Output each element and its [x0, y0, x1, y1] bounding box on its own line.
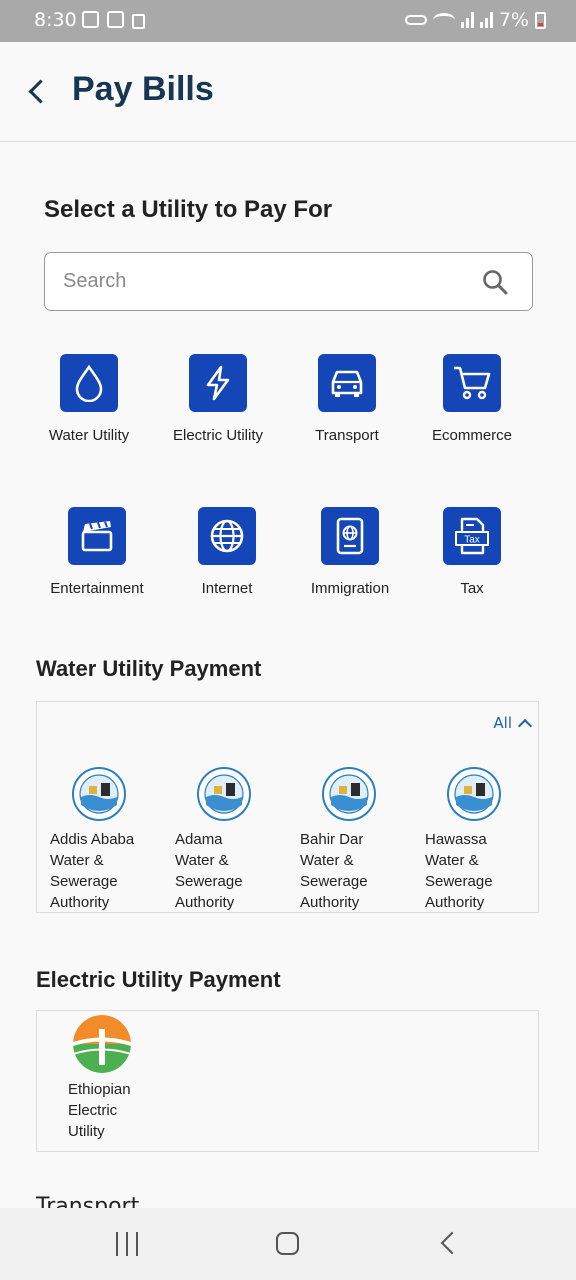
page-title: Pay Bills: [72, 70, 214, 108]
water-authority-logo: [446, 766, 502, 822]
show-all-label: All: [493, 714, 512, 732]
water-authority-logo: [196, 766, 252, 822]
provider-ethiopian-electric-utility[interactable]: Ethiopian Electric Utility: [68, 1015, 178, 1142]
provider-name: Bahir Dar Water & Sewerage Authority: [300, 831, 368, 911]
back-button[interactable]: [22, 74, 56, 108]
notification-icons: [82, 11, 145, 29]
car-icon: [331, 370, 363, 397]
status-time: 8:30: [34, 9, 77, 31]
transport-section-title: Transport: [36, 1196, 139, 1208]
calendar-icon: [107, 11, 124, 28]
tax-document-icon: Tax: [455, 517, 489, 555]
show-all-toggle[interactable]: All: [493, 714, 533, 733]
passport-icon: [336, 517, 364, 555]
water-section-title: Water Utility Payment: [36, 656, 262, 681]
globe-icon: [210, 519, 244, 553]
provider-name: Hawassa Water & Sewerage Authority: [425, 831, 493, 911]
system-nav-bar: [0, 1208, 576, 1280]
provider-bahir-dar[interactable]: Bahir Dar Water & Sewerage Authority: [300, 765, 410, 913]
category-tax[interactable]: Tax Tax: [407, 507, 537, 597]
category-entertainment[interactable]: Entertainment: [32, 507, 162, 597]
electric-providers-card: Ethiopian Electric Utility: [36, 1010, 539, 1152]
home-icon[interactable]: [276, 1232, 299, 1255]
vpn-key-icon: [404, 15, 427, 25]
app-header: Pay Bills: [0, 42, 576, 142]
category-transport[interactable]: Transport: [282, 354, 412, 444]
signal-2-icon: [479, 12, 493, 28]
category-label: Water Utility: [48, 427, 130, 444]
provider-name: Addis Ababa Water & Sewerage Authority: [50, 831, 135, 911]
provider-hawassa[interactable]: Hawassa Water & Sewerage Authority: [425, 765, 535, 913]
battery-percent: 7%: [498, 9, 529, 31]
battery-icon: [535, 11, 546, 29]
category-label: Electric Utility: [172, 427, 263, 444]
signal-icon: [460, 12, 474, 28]
category-internet[interactable]: Internet: [162, 507, 292, 597]
nav-back-icon[interactable]: [440, 1231, 464, 1255]
provider-name: Adama Water & Sewerage Authority: [175, 831, 243, 911]
system-icons: 7%: [404, 9, 546, 31]
provider-name: Ethiopian Electric Utility: [68, 1081, 131, 1140]
status-bar: 8:30 7%: [0, 0, 576, 42]
lock-icon: [132, 14, 145, 29]
category-water-utility[interactable]: Water Utility: [24, 354, 154, 444]
category-label: Entertainment: [50, 580, 144, 597]
cart-icon: [454, 366, 491, 400]
water-authority-logo: [71, 766, 127, 822]
wifi-icon: [432, 13, 455, 27]
category-electric-utility[interactable]: Electric Utility: [153, 354, 283, 444]
category-immigration[interactable]: Immigration: [285, 507, 415, 597]
water-authority-logo: [321, 766, 377, 822]
tax-icon-text: Tax: [464, 535, 480, 546]
category-ecommerce[interactable]: Ecommerce: [407, 354, 537, 444]
category-label: Transport: [315, 427, 379, 444]
electric-utility-logo: [73, 1015, 131, 1073]
clapperboard-icon: [81, 521, 113, 552]
search-input[interactable]: [45, 253, 465, 309]
category-label: Immigration: [310, 580, 390, 597]
recent-apps-icon[interactable]: [116, 1232, 138, 1256]
category-label: Tax: [460, 580, 484, 597]
electric-section-title: Electric Utility Payment: [36, 967, 281, 992]
search-box: [44, 252, 533, 311]
lightning-icon: [206, 365, 230, 401]
gallery-icon: [82, 11, 99, 28]
water-providers-card: All Addis Ababa Water & Sewerage Authori…: [36, 701, 539, 913]
provider-adama[interactable]: Adama Water & Sewerage Authority: [175, 765, 285, 913]
category-label: Internet: [201, 580, 253, 597]
provider-addis-ababa[interactable]: Addis Ababa Water & Sewerage Authority: [50, 765, 160, 913]
water-drop-icon: [75, 364, 103, 402]
category-label: Ecommerce: [431, 427, 513, 444]
select-utility-heading: Select a Utility to Pay For: [44, 196, 333, 223]
chevron-up-icon: [517, 718, 533, 733]
search-icon[interactable]: [482, 269, 508, 295]
